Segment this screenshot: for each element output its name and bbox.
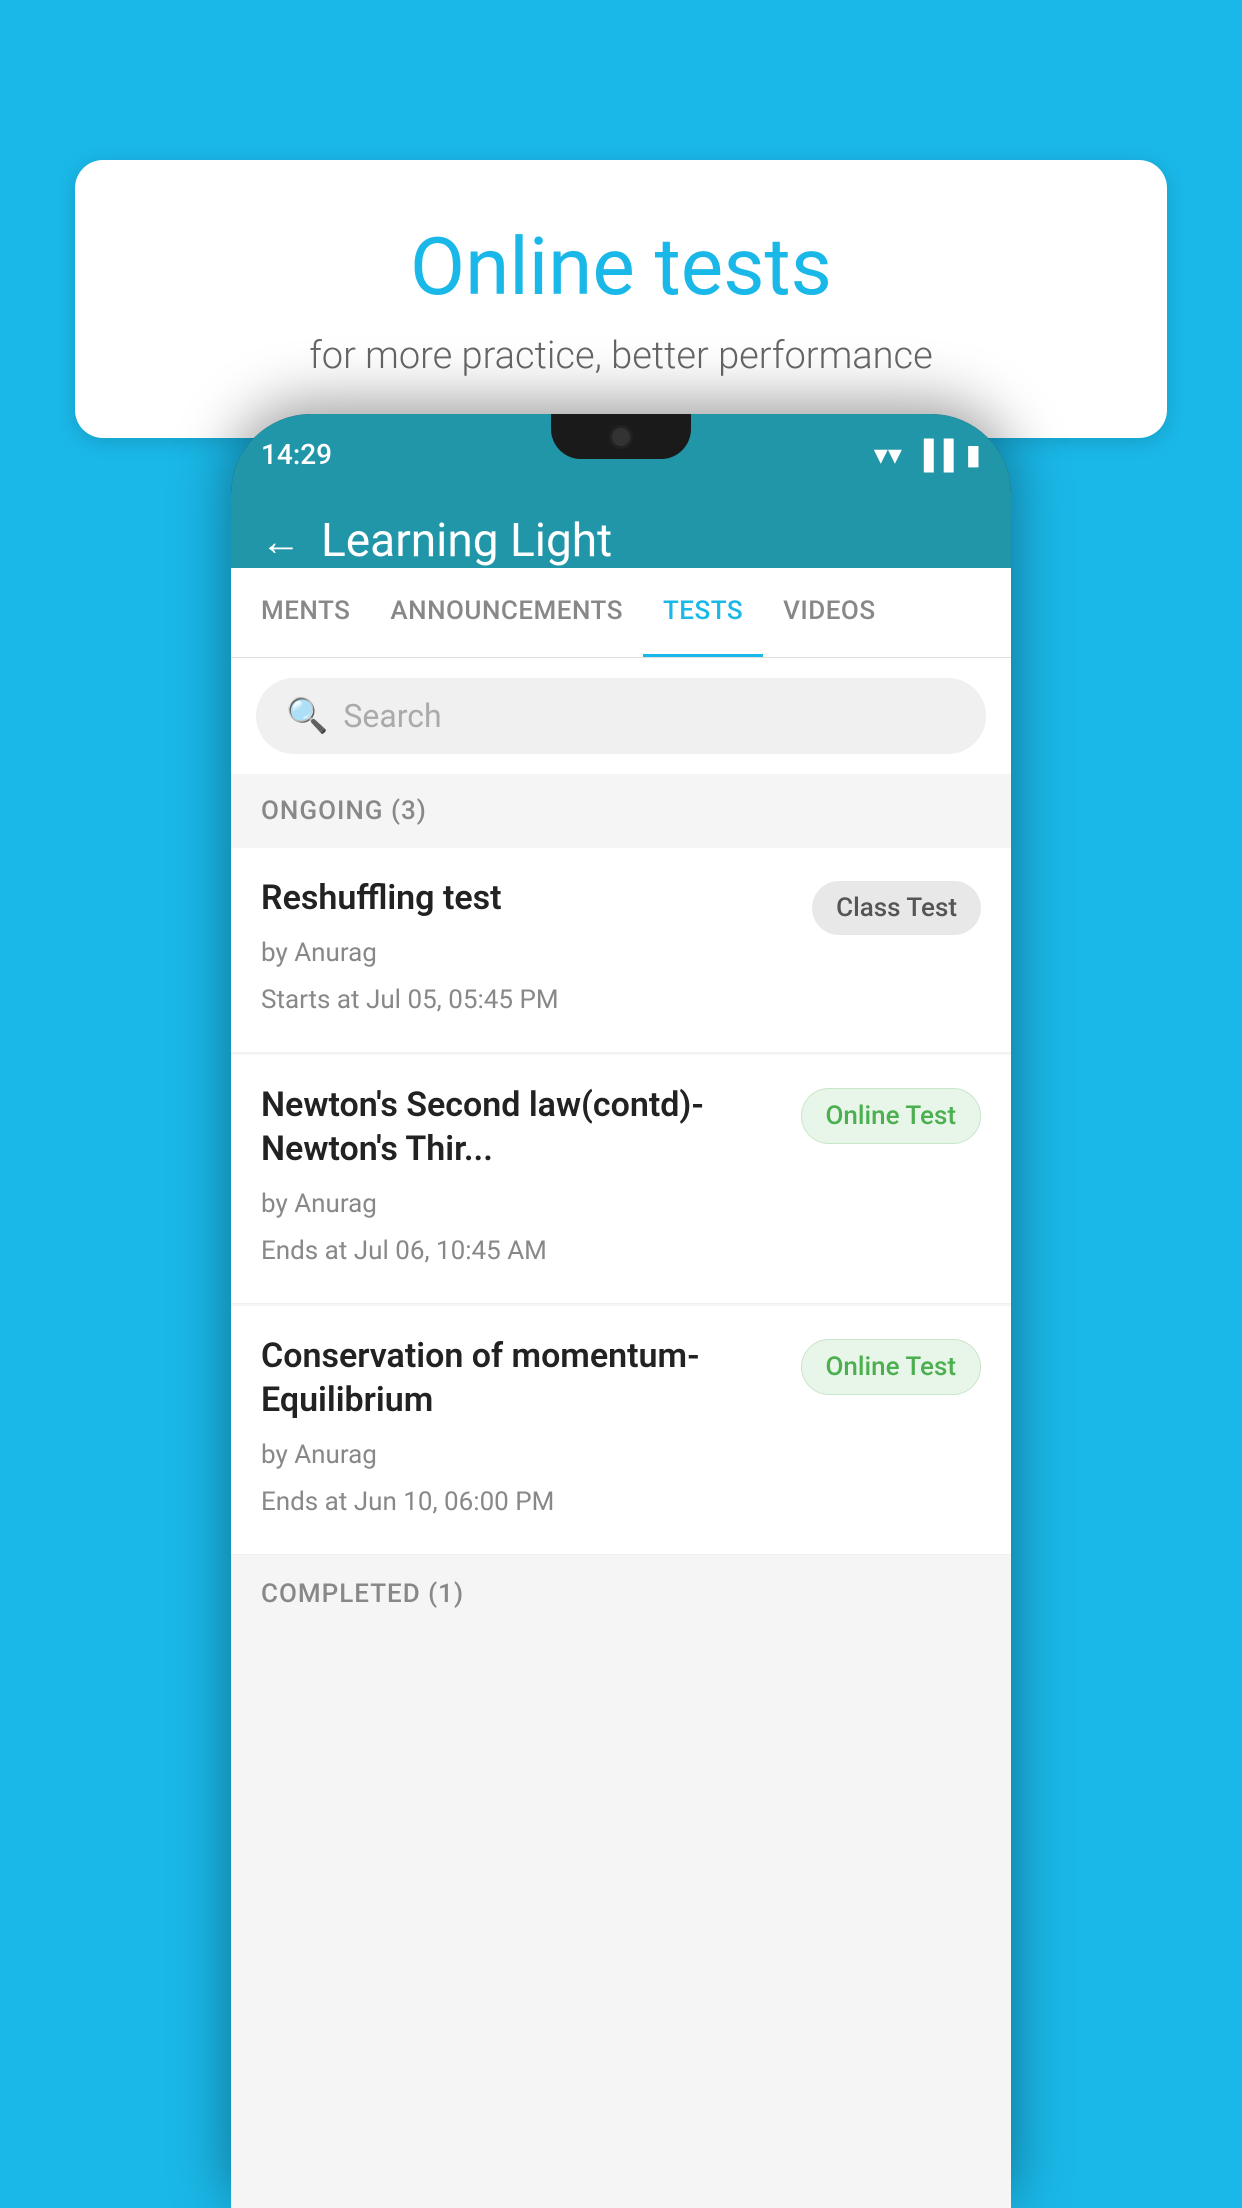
test-item[interactable]: Reshuffling test by Anurag Starts at Jul… xyxy=(231,848,1011,1053)
tabs-container: MENTS ANNOUNCEMENTS TESTS VIDEOS xyxy=(231,568,1011,658)
search-icon: 🔍 xyxy=(286,696,328,736)
test-item-date: Ends at Jul 06, 10:45 AM xyxy=(261,1228,781,1275)
test-item-title: Conservation of momentum-Equilibrium xyxy=(261,1334,781,1422)
phone-frame: 14:29 ▾▾ ▐▐ ▮ ← Learning Light MENTS ANN… xyxy=(231,414,1011,2208)
back-button[interactable]: ← xyxy=(261,518,301,565)
test-item[interactable]: Conservation of momentum-Equilibrium by … xyxy=(231,1306,1011,1555)
test-item[interactable]: Newton's Second law(contd)-Newton's Thir… xyxy=(231,1055,1011,1304)
test-item-by: by Anurag xyxy=(261,1432,781,1479)
test-item-title: Reshuffling test xyxy=(261,876,792,920)
phone-body: 🔍 Search ONGOING (3) Reshuffling test by… xyxy=(231,658,1011,2208)
wifi-icon: ▾▾ xyxy=(874,438,902,471)
battery-icon: ▮ xyxy=(966,438,981,471)
tab-tests[interactable]: TESTS xyxy=(643,568,763,657)
search-input-wrapper[interactable]: 🔍 Search xyxy=(256,678,986,754)
camera-icon xyxy=(609,425,633,449)
search-placeholder: Search xyxy=(343,697,441,735)
speech-bubble-title: Online tests xyxy=(145,220,1097,314)
status-icons: ▾▾ ▐▐ ▮ xyxy=(874,438,981,471)
tab-announcements[interactable]: ANNOUNCEMENTS xyxy=(370,568,643,657)
test-item-content: Newton's Second law(contd)-Newton's Thir… xyxy=(261,1083,801,1275)
completed-section-header: COMPLETED (1) xyxy=(231,1557,1011,1631)
status-bar: 14:29 ▾▾ ▐▐ ▮ xyxy=(231,414,1011,494)
test-item-date: Starts at Jul 05, 05:45 PM xyxy=(261,977,792,1024)
status-time: 14:29 xyxy=(261,438,332,471)
tab-videos[interactable]: VIDEOS xyxy=(763,568,895,657)
test-item-title: Newton's Second law(contd)-Newton's Thir… xyxy=(261,1083,781,1171)
test-item-content: Reshuffling test by Anurag Starts at Jul… xyxy=(261,876,812,1024)
speech-bubble-subtitle: for more practice, better performance xyxy=(145,334,1097,378)
signal-icon: ▐▐ xyxy=(914,438,954,471)
phone-container: 14:29 ▾▾ ▐▐ ▮ ← Learning Light MENTS ANN… xyxy=(231,414,1011,2208)
test-item-by: by Anurag xyxy=(261,1181,781,1228)
test-item-content: Conservation of momentum-Equilibrium by … xyxy=(261,1334,801,1526)
app-title: Learning Light xyxy=(321,514,612,568)
test-badge-online: Online Test xyxy=(801,1088,982,1144)
test-badge-online-2: Online Test xyxy=(801,1339,982,1395)
phone-notch xyxy=(551,414,691,459)
ongoing-section-header: ONGOING (3) xyxy=(231,774,1011,848)
test-badge-class: Class Test xyxy=(812,881,981,935)
tab-ments[interactable]: MENTS xyxy=(241,568,370,657)
test-item-date: Ends at Jun 10, 06:00 PM xyxy=(261,1479,781,1526)
test-item-by: by Anurag xyxy=(261,930,792,977)
speech-bubble: Online tests for more practice, better p… xyxy=(75,160,1167,438)
search-bar: 🔍 Search xyxy=(231,658,1011,774)
app-header: ← Learning Light xyxy=(231,494,1011,568)
